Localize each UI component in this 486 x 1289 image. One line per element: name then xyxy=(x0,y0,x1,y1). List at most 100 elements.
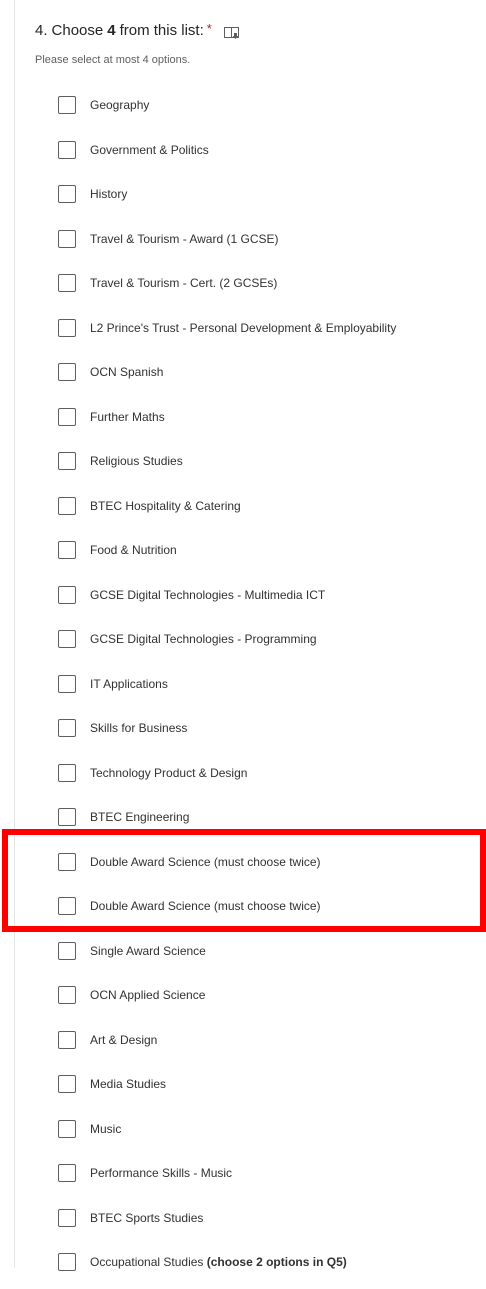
option-row[interactable]: Government & Politics xyxy=(58,132,486,177)
selection-hint: Please select at most 4 options. xyxy=(35,54,191,66)
option-checkbox[interactable] xyxy=(58,763,76,782)
option-checkbox[interactable] xyxy=(58,1119,76,1138)
option-checkbox[interactable] xyxy=(58,274,76,293)
question-suffix: from this list: xyxy=(119,22,204,39)
option-label: BTEC Engineering xyxy=(90,810,189,824)
option-label: Single Award Science xyxy=(90,944,206,958)
option-row[interactable]: Travel & Tourism - Award (1 GCSE) xyxy=(58,221,486,266)
option-checkbox[interactable] xyxy=(58,541,76,560)
option-label-note: (choose 2 options in Q5) xyxy=(206,1255,347,1270)
option-checkbox[interactable] xyxy=(58,318,76,337)
option-row[interactable]: BTEC Hospitality & Catering xyxy=(58,488,486,533)
option-label: Further Maths xyxy=(90,410,165,424)
option-row[interactable]: Travel & Tourism - Cert. (2 GCSEs) xyxy=(58,265,486,310)
option-label-text: Travel & Tourism - Cert. (2 GCSEs) xyxy=(90,276,278,291)
option-label-text: OCN Spanish xyxy=(90,365,164,380)
question-title: 4. Choose 4 from this list: * xyxy=(35,21,240,39)
option-label: BTEC Sports Studies xyxy=(90,1211,203,1225)
question-count: 4 xyxy=(107,22,116,39)
option-checkbox[interactable] xyxy=(58,986,76,1005)
option-row[interactable]: Media Studies xyxy=(58,1066,486,1111)
option-label: Travel & Tourism - Award (1 GCSE) xyxy=(90,232,279,246)
option-label: Skills for Business xyxy=(90,721,187,735)
option-checkbox[interactable] xyxy=(58,452,76,471)
option-checkbox[interactable] xyxy=(58,363,76,382)
option-label-text: GCSE Digital Technologies - Programming xyxy=(90,632,317,647)
option-label: Geography xyxy=(90,98,149,112)
option-row[interactable]: OCN Spanish xyxy=(58,354,486,399)
option-checkbox[interactable] xyxy=(58,185,76,204)
option-row[interactable]: Single Award Science xyxy=(58,933,486,978)
option-checkbox[interactable] xyxy=(58,674,76,693)
option-row[interactable]: L2 Prince's Trust - Personal Development… xyxy=(58,310,486,355)
option-label-text: Technology Product & Design xyxy=(90,765,248,780)
option-row[interactable]: Performance Skills - Music xyxy=(58,1155,486,1200)
option-checkbox[interactable] xyxy=(58,140,76,159)
option-row[interactable]: Double Award Science (must choose twice) xyxy=(58,888,486,933)
option-label-text: GCSE Digital Technologies - Multimedia I… xyxy=(90,587,326,602)
option-checkbox[interactable] xyxy=(58,941,76,960)
question-number: 4. xyxy=(35,22,48,39)
option-row[interactable]: Further Maths xyxy=(58,399,486,444)
option-row[interactable]: Double Award Science (must choose twice) xyxy=(58,844,486,889)
option-label: OCN Applied Science xyxy=(90,988,205,1002)
option-row[interactable]: History xyxy=(58,176,486,221)
option-label: Occupational Studies (choose 2 options i… xyxy=(90,1255,347,1269)
option-checkbox[interactable] xyxy=(58,1075,76,1094)
option-label: Religious Studies xyxy=(90,454,183,468)
option-checkbox[interactable] xyxy=(58,897,76,916)
option-label: Technology Product & Design xyxy=(90,766,247,780)
option-label-text: BTEC Hospitality & Catering xyxy=(90,498,241,513)
option-label: IT Applications xyxy=(90,677,168,691)
option-row[interactable]: BTEC Sports Studies xyxy=(58,1200,486,1245)
option-row[interactable]: GCSE Digital Technologies - Multimedia I… xyxy=(58,577,486,622)
option-label: GCSE Digital Technologies - Multimedia I… xyxy=(90,588,325,602)
option-row[interactable]: Skills for Business xyxy=(58,710,486,755)
option-label-text: L2 Prince's Trust - Personal Development… xyxy=(90,320,397,335)
option-row[interactable]: OCN Applied Science xyxy=(58,977,486,1022)
option-checkbox[interactable] xyxy=(58,496,76,515)
option-label: Government & Politics xyxy=(90,143,209,157)
option-label-text: BTEC Sports Studies xyxy=(90,1210,204,1225)
option-label-text: Travel & Tourism - Award (1 GCSE) xyxy=(90,231,279,246)
option-row[interactable]: Food & Nutrition xyxy=(58,532,486,577)
option-label-text: Occupational Studies xyxy=(90,1255,204,1270)
option-label: Travel & Tourism - Cert. (2 GCSEs) xyxy=(90,276,277,290)
option-label: Food & Nutrition xyxy=(90,543,177,557)
option-label-text: History xyxy=(90,187,128,202)
options-list: Geography Government & Politics History Tra… xyxy=(58,87,486,1289)
option-checkbox[interactable] xyxy=(58,719,76,738)
option-label-text: BTEC Engineering xyxy=(90,810,190,825)
option-label: L2 Prince's Trust - Personal Development… xyxy=(90,321,396,335)
option-row[interactable]: Geography xyxy=(58,87,486,132)
option-row[interactable]: Art & Design xyxy=(58,1022,486,1067)
option-row[interactable]: IT Applications xyxy=(58,666,486,711)
option-label-text: Government & Politics xyxy=(90,142,209,157)
option-checkbox[interactable] xyxy=(58,1253,76,1272)
option-checkbox[interactable] xyxy=(58,585,76,604)
option-label-text: Performance Skills - Music xyxy=(90,1166,233,1181)
option-label-text: Food & Nutrition xyxy=(90,543,177,558)
option-checkbox[interactable] xyxy=(58,229,76,248)
option-row[interactable]: BTEC Engineering xyxy=(58,799,486,844)
option-row[interactable]: Music xyxy=(58,1111,486,1156)
option-checkbox[interactable] xyxy=(58,1030,76,1049)
option-checkbox[interactable] xyxy=(58,808,76,827)
option-row[interactable]: GCSE Digital Technologies - Programming xyxy=(58,621,486,666)
option-checkbox[interactable] xyxy=(58,1208,76,1227)
option-label-text: Media Studies xyxy=(90,1077,167,1092)
option-label-text: Music xyxy=(90,1121,122,1136)
immersive-reader-icon[interactable] xyxy=(223,26,240,39)
option-checkbox[interactable] xyxy=(58,630,76,649)
option-checkbox[interactable] xyxy=(58,96,76,115)
option-row[interactable]: Occupational Studies (choose 2 options i… xyxy=(58,1244,486,1289)
option-label-text: Further Maths xyxy=(90,409,165,424)
option-label-text: Double Award Science (must choose twice) xyxy=(90,899,321,914)
option-checkbox[interactable] xyxy=(58,852,76,871)
option-row[interactable]: Religious Studies xyxy=(58,443,486,488)
option-label: Music xyxy=(90,1122,121,1136)
option-label-text: Art & Design xyxy=(90,1032,158,1047)
option-checkbox[interactable] xyxy=(58,1164,76,1183)
option-checkbox[interactable] xyxy=(58,407,76,426)
option-row[interactable]: Technology Product & Design xyxy=(58,755,486,800)
